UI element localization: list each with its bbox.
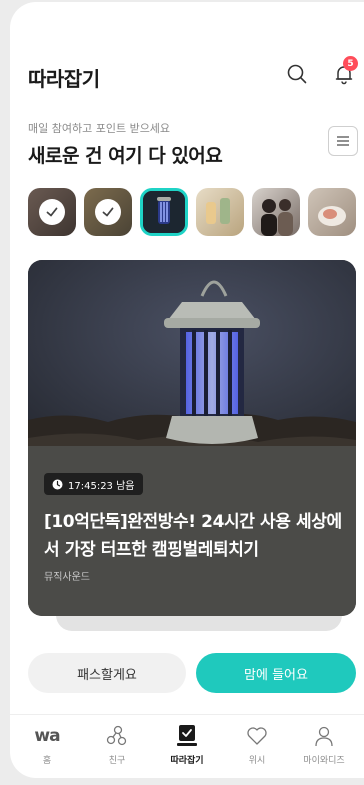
- page-title: 따라잡기: [28, 67, 100, 91]
- thumbnail-5[interactable]: [252, 188, 300, 236]
- nav-label-catchup: 따라잡기: [170, 756, 204, 766]
- search-button[interactable]: [283, 60, 311, 88]
- thumbnail-4[interactable]: [196, 188, 244, 236]
- clock-icon: [52, 479, 63, 489]
- friends-icon: [106, 725, 127, 746]
- nav-item-mypage[interactable]: 마이와디즈: [294, 724, 354, 766]
- app-screen: 따라잡기 5 매일 참여하고 포인트 받으세요 새로운 건 여기 다 있어요 1…: [10, 2, 364, 778]
- nav-label-friends: 친구: [108, 756, 126, 766]
- bottles-thumbnail-image: [206, 198, 230, 224]
- heart-icon: [247, 727, 267, 745]
- product-brand: 뮤직사운드: [44, 572, 90, 583]
- nav-divider: [10, 714, 364, 715]
- nav-label-wish: 위시: [248, 756, 266, 766]
- nav-item-friends[interactable]: 친구: [87, 724, 147, 766]
- food-thumbnail-image: [318, 206, 346, 226]
- intro-caption: 매일 참여하고 포인트 받으세요: [28, 122, 171, 135]
- phone-frame: 따라잡기 5 매일 참여하고 포인트 받으세요 새로운 건 여기 다 있어요 1…: [0, 0, 364, 785]
- search-icon: [287, 64, 307, 84]
- nav-item-home[interactable]: wa 홈: [17, 724, 77, 766]
- notification-button[interactable]: 5: [330, 56, 358, 88]
- thumbnail-3-selected[interactable]: [140, 188, 188, 236]
- time-remaining-text: 17:45:23 남음: [68, 480, 135, 492]
- bug-zapper-thumbnail-image: [143, 191, 185, 233]
- intro-headline: 새로운 건 여기 다 있어요: [28, 145, 223, 167]
- person-icon: [315, 726, 333, 747]
- thumbnail-2[interactable]: [84, 188, 132, 236]
- nav-item-catchup[interactable]: 따라잡기: [157, 724, 217, 766]
- nav-label-mypage: 마이와디즈: [303, 756, 345, 766]
- nav-item-wish[interactable]: 위시: [227, 724, 287, 766]
- nav-label-home: 홈: [42, 756, 52, 766]
- notification-badge: 5: [343, 56, 358, 71]
- list-menu-button[interactable]: [328, 126, 358, 156]
- wa-logo: wa: [34, 726, 60, 746]
- pass-button[interactable]: 패스할게요: [28, 653, 186, 693]
- time-remaining-chip: 17:45:23 남음: [44, 473, 143, 495]
- thumbnail-6[interactable]: [308, 188, 356, 236]
- catchup-icon: [177, 725, 197, 746]
- product-title: [10억단독]완전방수! 24시간 사용 세상에서 가장 터프한 캠핑벌레퇴치기: [44, 512, 342, 560]
- check-icon: [39, 199, 65, 225]
- product-image: [28, 260, 356, 460]
- check-icon: [95, 199, 121, 225]
- product-card[interactable]: 17:45:23 남음 [10억단독]완전방수! 24시간 사용 세상에서 가장…: [28, 260, 356, 616]
- thumbnail-1[interactable]: [28, 188, 76, 236]
- product-thumbnail-strip: [28, 188, 364, 240]
- like-button[interactable]: 맘에 들어요: [196, 653, 356, 693]
- people-thumbnail-image: [261, 199, 293, 236]
- hamburger-icon: [337, 136, 349, 146]
